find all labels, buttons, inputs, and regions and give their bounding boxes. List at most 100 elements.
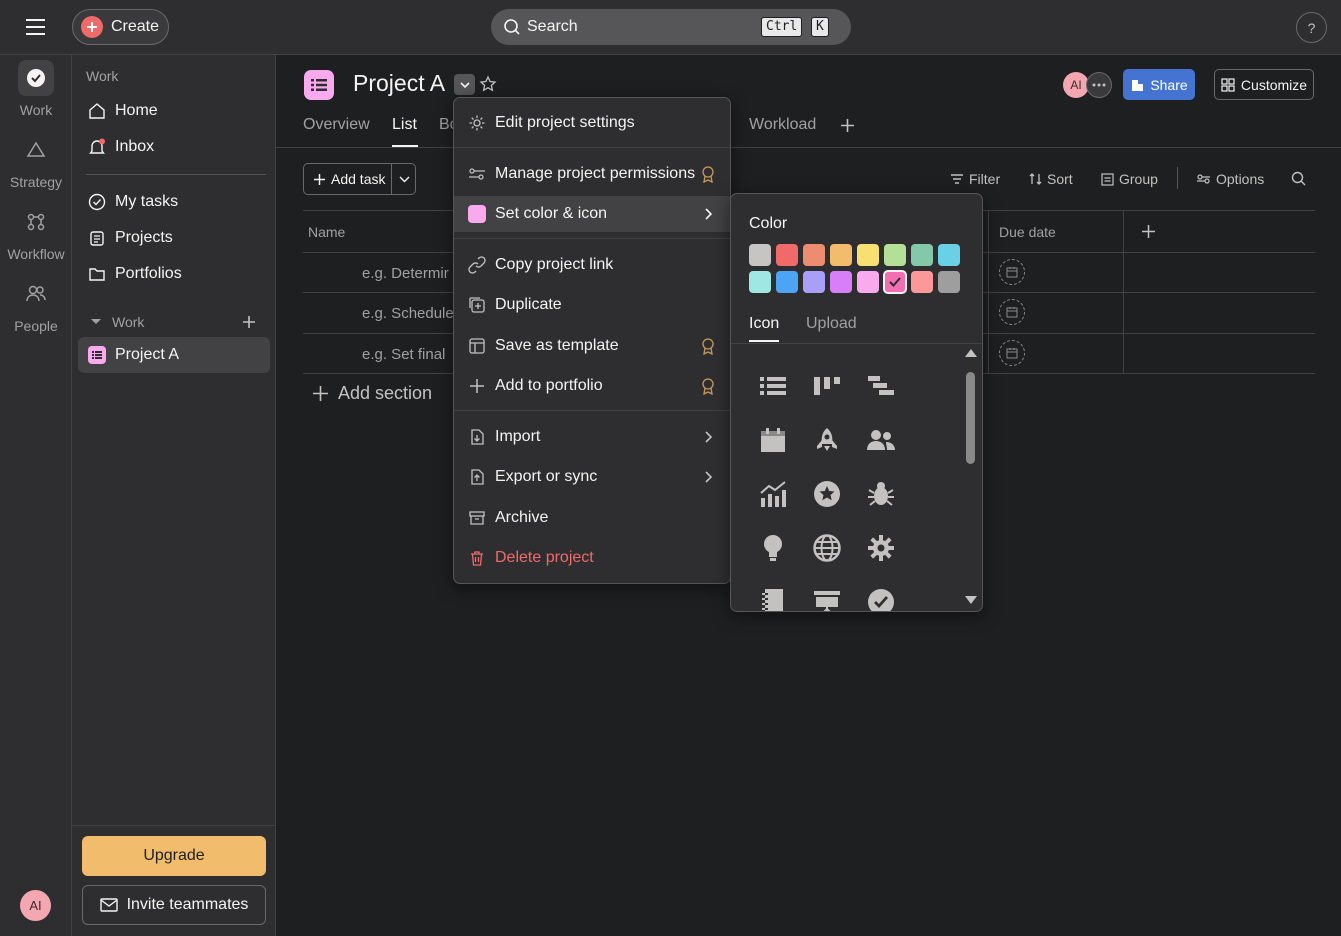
color-swatch[interactable]	[857, 244, 879, 266]
menu-item-add-to-portfolio[interactable]: Add to portfolio	[454, 368, 730, 404]
color-swatch[interactable]	[911, 244, 933, 266]
color-swatch[interactable]	[776, 271, 798, 293]
customize-button[interactable]: Customize	[1214, 69, 1314, 100]
sidebar-item-my-tasks[interactable]: My tasks	[78, 184, 270, 220]
menu-item-delete-project[interactable]: Delete project	[454, 540, 730, 576]
sort-button[interactable]: Sort	[1029, 171, 1073, 187]
create-button[interactable]: Create	[72, 9, 169, 45]
avatar[interactable]: AI	[20, 890, 51, 921]
timeline-icon[interactable]	[863, 368, 899, 404]
hamburger-menu-icon[interactable]	[22, 16, 50, 38]
menu-item-import[interactable]: Import	[454, 419, 730, 455]
chevron-down-icon[interactable]	[392, 176, 410, 183]
project-menu-button[interactable]	[454, 74, 475, 95]
people-icon[interactable]	[863, 422, 899, 458]
color-swatch[interactable]	[911, 271, 933, 293]
project-icon[interactable]	[304, 70, 334, 100]
tab-upload[interactable]: Upload	[806, 315, 857, 333]
color-swatch[interactable]	[883, 270, 907, 294]
column-header-due-date[interactable]: Due date	[999, 224, 1056, 240]
color-swatch[interactable]	[749, 271, 771, 293]
gear-icon[interactable]	[863, 530, 899, 566]
sidebar-item-projects[interactable]: Projects	[78, 220, 270, 256]
invite-teammates-button[interactable]: Invite teammates	[82, 885, 266, 925]
sidebar-item-home[interactable]: Home	[78, 93, 270, 129]
rocket-icon[interactable]	[809, 422, 845, 458]
color-swatch[interactable]	[803, 244, 825, 266]
rail-item-workflow[interactable]: Workflow	[0, 204, 72, 262]
menu-item-set-color-and-icon[interactable]: Set color & icon	[454, 196, 730, 232]
globe-icon[interactable]	[809, 530, 845, 566]
chart-icon[interactable]	[755, 476, 791, 512]
color-swatch-icon	[467, 204, 487, 224]
scrollbar-thumb[interactable]	[966, 372, 975, 464]
menu-item-export-or-sync[interactable]: Export or sync	[454, 459, 730, 495]
color-swatch[interactable]	[884, 244, 906, 266]
more-members-icon[interactable]	[1086, 72, 1112, 98]
sidebar-group-header[interactable]: Work	[90, 314, 144, 330]
help-button[interactable]: ?	[1296, 12, 1327, 43]
menu-item-copy-project-link[interactable]: Copy project link	[454, 247, 730, 283]
tab-overview[interactable]: Overview	[303, 116, 370, 134]
group-button[interactable]: Group	[1101, 171, 1158, 187]
menu-item-archive[interactable]: Archive	[454, 500, 730, 536]
add-task-button[interactable]: Add task	[303, 163, 416, 195]
board-icon[interactable]	[809, 368, 845, 404]
filter-button[interactable]: Filter	[950, 171, 1000, 187]
menu-item-edit-project-settings[interactable]: Edit project settings	[454, 105, 730, 141]
tab-icon[interactable]: Icon	[749, 315, 779, 333]
page-title[interactable]: Project A	[353, 70, 445, 97]
lightbulb-icon[interactable]	[755, 530, 791, 566]
bug-icon[interactable]	[863, 476, 899, 512]
add-tab-plus-icon[interactable]	[840, 118, 855, 133]
workflow-icon	[18, 204, 54, 240]
color-swatch[interactable]	[938, 271, 960, 293]
upgrade-button[interactable]: Upgrade	[82, 836, 266, 876]
due-date-picker[interactable]	[999, 259, 1025, 285]
presentation-icon[interactable]	[809, 584, 845, 611]
color-swatch[interactable]	[830, 271, 852, 293]
search-icon[interactable]	[1291, 171, 1306, 186]
star-icon[interactable]	[809, 476, 845, 512]
color-swatch[interactable]	[803, 271, 825, 293]
add-project-plus-icon[interactable]	[242, 315, 256, 329]
add-task-main[interactable]: Add task	[304, 164, 392, 194]
scroll-down-arrow-icon[interactable]	[964, 595, 978, 605]
calendar-icon[interactable]	[755, 422, 791, 458]
table-row[interactable]: e.g. Determir	[362, 265, 449, 282]
rail-item-work[interactable]: Work	[0, 60, 72, 118]
menu-item-duplicate[interactable]: Duplicate	[454, 287, 730, 323]
color-swatch[interactable]	[938, 244, 960, 266]
color-swatch[interactable]	[830, 244, 852, 266]
list-icon[interactable]	[755, 368, 791, 404]
rail-item-people[interactable]: People	[0, 276, 72, 334]
due-date-picker[interactable]	[999, 299, 1025, 325]
options-button[interactable]: Options	[1196, 171, 1264, 187]
star-icon[interactable]	[479, 75, 497, 93]
rail-item-strategy[interactable]: Strategy	[0, 132, 72, 190]
sidebar-item-project-a[interactable]: Project A	[78, 337, 270, 373]
color-swatch[interactable]	[776, 244, 798, 266]
tab-list[interactable]: List	[392, 116, 417, 134]
sidebar-item-portfolios[interactable]: Portfolios	[78, 256, 270, 292]
add-column-plus-icon[interactable]	[1142, 225, 1155, 238]
menu-item-save-as-template[interactable]: Save as template	[454, 328, 730, 364]
column-header-name[interactable]: Name	[308, 224, 345, 240]
share-button[interactable]: Share	[1123, 69, 1195, 100]
notebook-icon[interactable]	[755, 584, 791, 611]
color-swatch[interactable]	[749, 244, 771, 266]
tab-workload[interactable]: Workload	[749, 116, 816, 134]
rail-label: Workflow	[7, 246, 65, 262]
sidebar-divider	[72, 825, 276, 826]
search-input[interactable]: Search Ctrl K	[491, 9, 851, 45]
menu-item-manage-project-permissions[interactable]: Manage project permissions	[454, 156, 730, 192]
scroll-up-arrow-icon[interactable]	[964, 348, 978, 358]
table-row[interactable]: e.g. Schedule	[362, 305, 454, 322]
due-date-picker[interactable]	[999, 340, 1025, 366]
table-row[interactable]: e.g. Set final	[362, 346, 445, 363]
check-icon[interactable]	[863, 584, 899, 611]
add-section-button[interactable]: Add section	[313, 383, 432, 404]
sidebar-item-inbox[interactable]: Inbox	[78, 129, 270, 165]
bell-icon	[88, 138, 106, 156]
color-swatch[interactable]	[857, 271, 879, 293]
